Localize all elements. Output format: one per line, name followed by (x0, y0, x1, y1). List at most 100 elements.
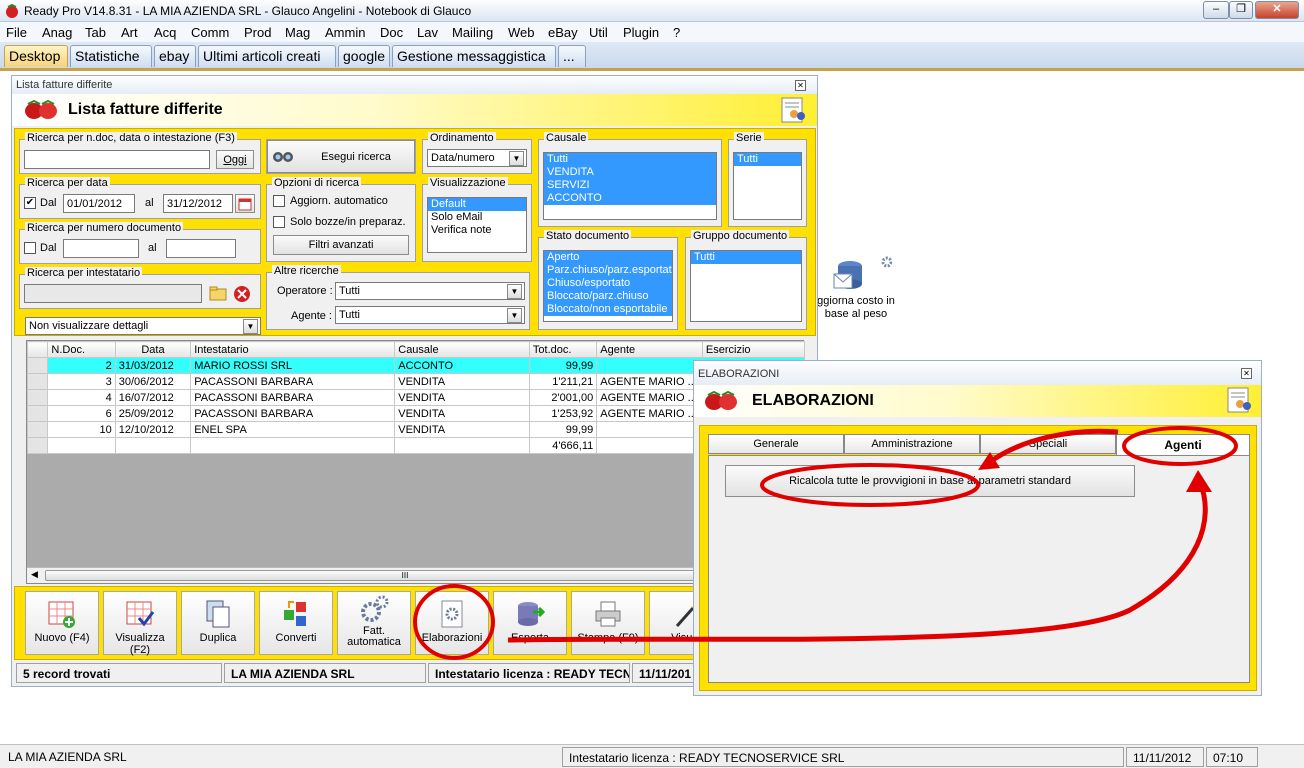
view-button[interactable]: Visualizza (F2) (103, 591, 177, 656)
new-button[interactable]: Nuovo (F4) (25, 591, 99, 655)
menu-tab[interactable]: Tab (85, 25, 106, 40)
menu-anag[interactable]: Anag (42, 25, 72, 40)
chevron-down-icon[interactable]: ▼ (507, 308, 522, 323)
table-row[interactable]: 3 30/06/2012 PACASSONI BARBARA VENDITA 1… (26, 373, 806, 390)
menu-comm[interactable]: Comm (191, 25, 229, 40)
list-item[interactable]: Tutti (734, 153, 801, 166)
table-row[interactable]: 4 16/07/2012 PACASSONI BARBARA VENDITA 2… (26, 389, 806, 406)
list-item[interactable]: Default (428, 198, 526, 211)
tab-amministrazione[interactable]: Amministrazione (844, 434, 980, 454)
minimize-button[interactable]: – (1203, 1, 1229, 19)
elaborazioni-button[interactable]: Elaborazioni (415, 591, 489, 655)
tab-ebay[interactable]: ebay (154, 45, 196, 67)
database-icon[interactable] (832, 256, 893, 292)
list-item[interactable]: Tutti (691, 251, 801, 264)
export-button[interactable]: Esporta (493, 591, 567, 655)
menu-help[interactable]: ? (673, 25, 680, 40)
tab-statistiche[interactable]: Statistiche (70, 45, 152, 67)
list-item[interactable]: ACCONTO (544, 192, 716, 205)
recalculate-commissions-button[interactable]: Ricalcola tutte le provvigioni in base a… (725, 465, 1135, 497)
column-header[interactable]: Esercizio (701, 341, 806, 358)
stato-list[interactable]: Aperto Parz.chiuso/parz.esportato Chiuso… (543, 250, 673, 322)
menu-plugin[interactable]: Plugin (623, 25, 659, 40)
execute-search-button[interactable]: Esegui ricerca (267, 140, 415, 173)
duplicate-button[interactable]: Duplica (181, 591, 255, 655)
desktop-icon-label[interactable]: ggiorna costo in base al peso (816, 295, 896, 321)
scroll-thumb[interactable]: III (45, 570, 765, 581)
table-row[interactable]: 6 25/09/2012 PACASSONI BARBARA VENDITA 1… (26, 405, 806, 422)
menu-prod[interactable]: Prod (244, 25, 271, 40)
list-item[interactable]: Verifica note (428, 224, 526, 237)
tab-generale[interactable]: Generale (708, 434, 844, 454)
tab-more[interactable]: ... (558, 45, 586, 67)
horizontal-scrollbar[interactable]: ◀ III (27, 567, 803, 583)
list-item[interactable]: Chiuso/esportato (544, 277, 672, 290)
menu-lav[interactable]: Lav (417, 25, 438, 40)
column-header[interactable]: Data (114, 341, 192, 358)
details-select[interactable]: Non visualizzare dettagli ▼ (25, 317, 261, 335)
print-button[interactable]: Stampa (F9) (571, 591, 645, 655)
menu-acq[interactable]: Acq (154, 25, 176, 40)
today-button[interactable]: Oggi (216, 150, 254, 169)
column-header[interactable]: Intestatario (190, 341, 396, 358)
tab-speciali[interactable]: Speciali (980, 434, 1116, 454)
advanced-filters-button[interactable]: Filtri avanzati (273, 235, 409, 255)
column-header[interactable]: Causale (394, 341, 530, 358)
list-item[interactable]: SERVIZI (544, 179, 716, 192)
search-input[interactable] (24, 150, 210, 169)
date-checkbox[interactable]: ✔ (24, 197, 36, 209)
tab-google[interactable]: google (338, 45, 390, 67)
list-item[interactable]: VENDITA (544, 166, 716, 179)
list-item[interactable]: Bloccato/parz.chiuso (544, 290, 672, 303)
users-icon[interactable] (1226, 387, 1254, 415)
close-icon[interactable]: ✕ (795, 80, 806, 91)
convert-button[interactable]: Converti (259, 591, 333, 655)
number-from-input[interactable] (63, 239, 139, 258)
list-item[interactable]: Solo eMail (428, 211, 526, 224)
close-button[interactable]: ✕ (1255, 1, 1299, 19)
menu-doc[interactable]: Doc (380, 25, 403, 40)
list-item[interactable]: Bloccato/non esportabile (544, 303, 672, 316)
clear-icon[interactable] (232, 284, 252, 303)
view-list[interactable]: Default Solo eMail Verifica note (427, 197, 527, 253)
gruppo-list[interactable]: Tutti (690, 250, 802, 322)
scroll-left-icon[interactable]: ◀ (31, 569, 38, 580)
number-to-input[interactable] (166, 239, 236, 258)
tab-gestione-messaggistica[interactable]: Gestione messaggistica (392, 45, 556, 67)
order-select[interactable]: Data/numero ▼ (427, 149, 527, 167)
users-icon[interactable] (780, 97, 808, 125)
list-item[interactable]: Tutti (544, 153, 716, 166)
chevron-down-icon[interactable]: ▼ (507, 284, 522, 299)
auto-invoice-button[interactable]: Fatt. automatica (337, 591, 411, 655)
list-item[interactable]: Aperto (544, 251, 672, 264)
menu-web[interactable]: Web (508, 25, 535, 40)
close-icon[interactable]: ✕ (1241, 368, 1252, 379)
tab-ultimi-articoli[interactable]: Ultimi articoli creati (198, 45, 336, 67)
column-header[interactable]: Agente (596, 341, 703, 358)
menu-ammin[interactable]: Ammin (325, 25, 365, 40)
date-from-input[interactable]: 01/01/2012 (63, 194, 135, 213)
calendar-icon[interactable] (235, 194, 255, 213)
causale-list[interactable]: Tutti VENDITA SERVIZI ACCONTO (543, 152, 717, 220)
agent-select[interactable]: Tutti ▼ (335, 306, 525, 324)
holder-input[interactable] (24, 284, 202, 303)
column-header[interactable]: N.Doc. (47, 341, 116, 358)
drafts-checkbox[interactable] (273, 216, 285, 228)
serie-list[interactable]: Tutti (733, 152, 802, 220)
tab-agenti[interactable]: Agenti (1116, 434, 1250, 456)
maximize-button[interactable]: ❐ (1229, 1, 1253, 19)
menu-mag[interactable]: Mag (285, 25, 310, 40)
menu-ebay[interactable]: eBay (548, 25, 578, 40)
table-row[interactable]: 10 12/10/2012 ENEL SPA VENDITA 99,99 (26, 421, 806, 438)
table-row[interactable]: 2 31/03/2012 MARIO ROSSI SRL ACCONTO 99,… (26, 357, 806, 374)
menu-util[interactable]: Util (589, 25, 608, 40)
number-checkbox[interactable] (24, 242, 36, 254)
folder-icon[interactable] (208, 284, 228, 303)
menu-file[interactable]: File (6, 25, 27, 40)
menu-mailing[interactable]: Mailing (452, 25, 493, 40)
auto-update-checkbox[interactable] (273, 195, 285, 207)
operator-select[interactable]: Tutti ▼ (335, 282, 525, 300)
column-header[interactable]: Tot.doc. (528, 341, 598, 358)
chevron-down-icon[interactable]: ▼ (509, 151, 524, 166)
list-item[interactable]: Parz.chiuso/parz.esportato (544, 264, 672, 277)
